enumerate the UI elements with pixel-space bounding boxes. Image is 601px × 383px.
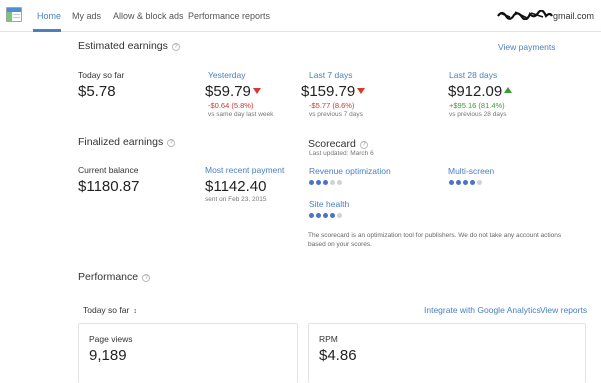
- scorecard-title: Scorecard?: [308, 138, 368, 150]
- rpm-value: $4.86: [319, 347, 357, 364]
- recent-payment-value: $1142.40: [205, 178, 267, 195]
- last7-value: $159.79: [301, 83, 356, 100]
- last7-delta: -$5.77 (8.6%): [309, 101, 355, 110]
- finalized-earnings-heading: Finalized earnings: [78, 136, 164, 148]
- trend-up-icon: [504, 87, 513, 93]
- active-tab-indicator: [33, 29, 61, 32]
- page-views-card[interactable]: Page views 9,189: [78, 323, 298, 383]
- page-views-label: Page views: [89, 334, 133, 344]
- trend-down-icon: [357, 88, 366, 94]
- page-views-value: 9,189: [89, 347, 127, 364]
- last28-value-row: $912.09: [448, 83, 513, 100]
- date-range-value: Today so far: [83, 305, 130, 315]
- estimated-earnings-heading: Estimated earnings: [78, 40, 168, 52]
- score-dot-empty: [330, 180, 335, 185]
- top-nav-bar: Home My ads Allow & block ads Performanc…: [0, 0, 601, 32]
- performance-heading: Performance: [78, 271, 139, 283]
- today-label: Today so far: [78, 70, 125, 80]
- scorecard-heading: Scorecard: [308, 138, 356, 150]
- multi-screen-label[interactable]: Multi-screen: [448, 166, 494, 176]
- help-icon[interactable]: ?: [167, 139, 176, 147]
- tab-performance-reports[interactable]: Performance reports: [188, 11, 270, 21]
- score-dot-filled: [323, 180, 328, 185]
- site-health-label[interactable]: Site health: [309, 199, 349, 209]
- today-value: $5.78: [78, 83, 116, 100]
- multi-screen-score: [449, 180, 482, 185]
- score-dot-filled: [463, 180, 468, 185]
- recent-payment-label[interactable]: Most recent payment: [205, 165, 284, 175]
- integrate-analytics-link[interactable]: Integrate with Google Analytics: [424, 305, 541, 315]
- trend-down-icon: [252, 88, 261, 94]
- revenue-optimization-score: [309, 180, 342, 185]
- yesterday-value-row: $59.79: [205, 83, 261, 100]
- score-dot-filled: [323, 213, 328, 218]
- current-balance-label: Current balance: [78, 165, 139, 175]
- view-payments-link[interactable]: View payments: [498, 42, 555, 52]
- score-dot-empty: [337, 213, 342, 218]
- yesterday-value: $59.79: [205, 83, 251, 100]
- tab-home[interactable]: Home: [37, 11, 61, 21]
- last7-value-row: $159.79: [301, 83, 366, 100]
- yesterday-label[interactable]: Yesterday: [208, 70, 246, 80]
- score-dot-filled: [456, 180, 461, 185]
- tab-allow-block-ads[interactable]: Allow & block ads: [113, 11, 184, 21]
- help-icon[interactable]: ?: [359, 141, 368, 149]
- redacted-email-scribble: [497, 10, 553, 20]
- estimated-earnings-title: Estimated earnings?: [78, 40, 180, 52]
- last7-compare: vs previous 7 days: [309, 111, 363, 118]
- tab-my-ads[interactable]: My ads: [72, 11, 101, 21]
- score-dot-filled: [470, 180, 475, 185]
- last28-delta: +$95.16 (81.4%): [449, 101, 505, 110]
- last28-compare: vs previous 28 days: [449, 111, 507, 118]
- score-dot-empty: [337, 180, 342, 185]
- last28-label[interactable]: Last 28 days: [449, 70, 497, 80]
- account-email-domain: gmail.com: [552, 11, 594, 21]
- revenue-optimization-label[interactable]: Revenue optimization: [309, 166, 391, 176]
- rpm-label: RPM: [319, 334, 338, 344]
- score-dot-filled: [316, 180, 321, 185]
- help-icon[interactable]: ?: [171, 43, 180, 51]
- finalized-earnings-title: Finalized earnings?: [78, 136, 176, 148]
- performance-title: Performance?: [78, 271, 151, 283]
- rpm-card[interactable]: RPM $4.86: [308, 323, 586, 383]
- score-dot-empty: [477, 180, 482, 185]
- yesterday-delta: -$0.64 (5.8%): [208, 101, 254, 110]
- help-icon[interactable]: ?: [142, 274, 151, 282]
- scorecard-note: The scorecard is an optimization tool fo…: [308, 232, 562, 248]
- score-dot-filled: [309, 180, 314, 185]
- view-reports-link[interactable]: View reports: [540, 305, 587, 315]
- sort-arrows-icon: ↕: [133, 308, 137, 315]
- score-dot-filled: [449, 180, 454, 185]
- last28-value: $912.09: [448, 83, 503, 100]
- yesterday-compare: vs same day last week: [208, 111, 274, 118]
- account-menu[interactable]: gmail.com: [497, 10, 594, 21]
- last7-label[interactable]: Last 7 days: [309, 70, 352, 80]
- date-range-dropdown[interactable]: Today so far ↕: [83, 305, 137, 315]
- score-dot-filled: [316, 213, 321, 218]
- adsense-logo-icon[interactable]: [6, 7, 22, 22]
- score-dot-filled: [330, 213, 335, 218]
- scorecard-updated: Last updated: March 6: [309, 150, 374, 157]
- score-dot-filled: [309, 213, 314, 218]
- recent-payment-date: sent on Feb 23, 2015: [205, 196, 267, 203]
- site-health-score: [309, 213, 342, 218]
- current-balance-value: $1180.87: [78, 178, 140, 195]
